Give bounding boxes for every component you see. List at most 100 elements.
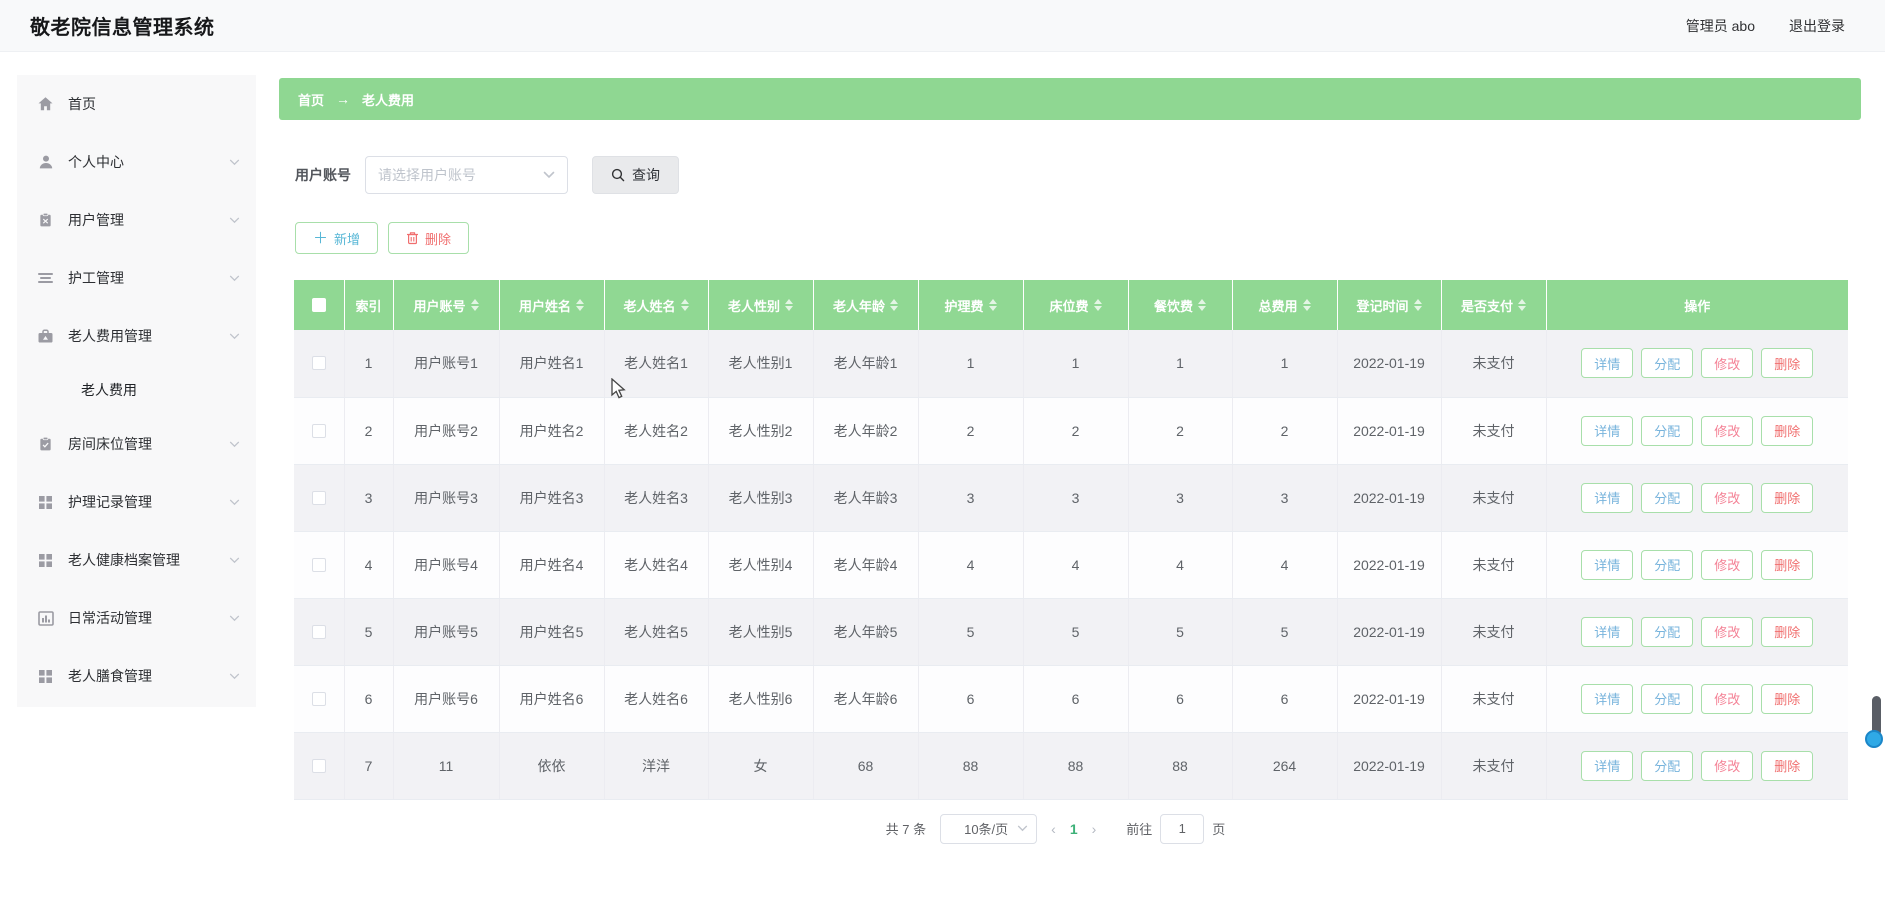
detail-button[interactable]: 详情 bbox=[1581, 415, 1634, 446]
select-placeholder: 请选择用户账号 bbox=[378, 167, 476, 183]
grid-icon bbox=[37, 552, 54, 569]
delete-row-button[interactable]: 删除 bbox=[1761, 549, 1814, 580]
assign-button[interactable]: 分配 bbox=[1641, 683, 1694, 714]
edit-button[interactable]: 修改 bbox=[1701, 549, 1754, 580]
sort-carets-icon[interactable] bbox=[890, 299, 898, 311]
sort-carets-icon[interactable] bbox=[1302, 299, 1311, 311]
column-header-label: 索引 bbox=[355, 298, 382, 314]
column-header-5[interactable]: 老人年龄 bbox=[813, 280, 919, 330]
detail-button[interactable]: 详情 bbox=[1581, 482, 1634, 513]
assign-button[interactable]: 分配 bbox=[1641, 415, 1694, 446]
table-cell: 用户账号4 bbox=[393, 531, 500, 599]
sort-carets-icon[interactable] bbox=[1198, 299, 1206, 311]
column-header-4[interactable]: 老人性别 bbox=[708, 280, 814, 330]
delete-row-button[interactable]: 删除 bbox=[1761, 750, 1814, 781]
sort-carets-icon[interactable] bbox=[988, 299, 997, 311]
assign-button[interactable]: 分配 bbox=[1641, 482, 1694, 513]
column-header-11[interactable]: 是否支付 bbox=[1441, 280, 1547, 330]
delete-row-button[interactable]: 删除 bbox=[1761, 348, 1814, 379]
delete-row-button[interactable]: 删除 bbox=[1761, 482, 1814, 513]
breadcrumb-home[interactable]: 首页 bbox=[298, 90, 324, 109]
sort-carets-icon[interactable] bbox=[1413, 299, 1422, 311]
sidebar-item-label: 首页 bbox=[68, 96, 96, 112]
edit-button[interactable]: 修改 bbox=[1701, 482, 1754, 513]
goto-page-input[interactable] bbox=[1160, 813, 1205, 844]
sidebar-item-label: 老人费用 bbox=[81, 382, 137, 398]
delete-row-button[interactable]: 删除 bbox=[1761, 616, 1814, 647]
edit-button[interactable]: 修改 bbox=[1701, 616, 1754, 647]
sidebar-item-6[interactable]: 房间床位管理 bbox=[17, 415, 256, 473]
sidebar-item-7[interactable]: 护理记录管理 bbox=[17, 473, 256, 531]
table-cell: 未支付 bbox=[1441, 732, 1547, 800]
assign-button[interactable]: 分配 bbox=[1641, 549, 1694, 580]
assign-button[interactable]: 分配 bbox=[1641, 750, 1694, 781]
sidebar-item-10[interactable]: 老人膳食管理 bbox=[17, 647, 256, 705]
current-page[interactable]: 1 bbox=[1070, 821, 1078, 837]
row-checkbox[interactable] bbox=[311, 356, 326, 371]
detail-button[interactable]: 详情 bbox=[1581, 549, 1634, 580]
edit-button[interactable]: 修改 bbox=[1701, 415, 1754, 446]
sort-carets-icon[interactable] bbox=[576, 299, 584, 311]
table-cell: 2 bbox=[1232, 397, 1338, 465]
table-cell: 264 bbox=[1232, 732, 1338, 800]
sidebar-item-4[interactable]: 老人费用管理 bbox=[17, 307, 256, 365]
sort-carets-icon[interactable] bbox=[680, 299, 689, 311]
edit-button[interactable]: 修改 bbox=[1701, 750, 1754, 781]
column-header-3[interactable]: 老人姓名 bbox=[604, 280, 709, 330]
delete-row-button[interactable]: 删除 bbox=[1761, 683, 1814, 714]
table-cell: 2022-01-19 bbox=[1337, 397, 1442, 465]
table-cell: 用户姓名2 bbox=[499, 397, 605, 465]
page-size-select[interactable]: 10条/页 bbox=[940, 813, 1038, 844]
table-cell: 4 bbox=[1128, 531, 1233, 599]
edit-button[interactable]: 修改 bbox=[1701, 348, 1754, 379]
column-header-2[interactable]: 用户姓名 bbox=[499, 280, 605, 330]
query-button[interactable]: 查询 bbox=[592, 156, 679, 194]
detail-button[interactable]: 详情 bbox=[1581, 348, 1634, 379]
user-account-select[interactable]: 请选择用户账号 bbox=[365, 156, 568, 194]
assign-button[interactable]: 分配 bbox=[1641, 616, 1694, 647]
table-row: 5 用户账号5 用户姓名5 老人姓名5 老人性别5 老人年龄5 5 5 5 5 2022-01-19… bbox=[294, 598, 1848, 666]
row-checkbox[interactable] bbox=[311, 423, 326, 438]
row-checkbox[interactable] bbox=[311, 490, 326, 505]
column-header-9[interactable]: 总费用 bbox=[1232, 280, 1338, 330]
detail-button[interactable]: 详情 bbox=[1581, 683, 1634, 714]
row-checkbox[interactable] bbox=[311, 691, 326, 706]
sort-carets-icon[interactable] bbox=[1518, 299, 1526, 311]
sidebar-item-0[interactable]: 首页 bbox=[17, 75, 256, 133]
detail-button[interactable]: 详情 bbox=[1581, 616, 1634, 647]
user-icon bbox=[37, 154, 54, 171]
chevron-down-icon bbox=[543, 171, 555, 179]
row-checkbox[interactable] bbox=[311, 557, 326, 572]
table-cell: 老人姓名4 bbox=[604, 531, 709, 599]
column-header-10[interactable]: 登记时间 bbox=[1337, 280, 1442, 330]
column-header-6[interactable]: 护理费 bbox=[918, 280, 1024, 330]
sidebar-menu: 首页个人中心 用户管理 护工管理 老人费用管理老人费用房间床位管理 护理记录管理 老人健康… bbox=[17, 75, 256, 705]
column-header-1[interactable]: 用户账号 bbox=[393, 280, 500, 330]
sidebar-item-3[interactable]: 护工管理 bbox=[17, 249, 256, 307]
column-header-label: 操作 bbox=[1684, 298, 1711, 314]
table-cell: 老人年龄5 bbox=[813, 598, 919, 666]
delete-button[interactable]: 删除 bbox=[388, 222, 470, 254]
edit-button[interactable]: 修改 bbox=[1701, 683, 1754, 714]
sidebar-item-1[interactable]: 个人中心 bbox=[17, 133, 256, 191]
row-checkbox[interactable] bbox=[311, 758, 326, 773]
sort-carets-icon[interactable] bbox=[785, 299, 793, 311]
sidebar-item-8[interactable]: 老人健康档案管理 bbox=[17, 531, 256, 589]
sidebar-item-2[interactable]: 用户管理 bbox=[17, 191, 256, 249]
sort-carets-icon[interactable] bbox=[470, 299, 479, 311]
select-all-checkbox[interactable] bbox=[311, 298, 326, 312]
logout-link[interactable]: 退出登录 bbox=[1789, 16, 1845, 36]
column-header-7[interactable]: 床位费 bbox=[1023, 280, 1129, 330]
row-checkbox[interactable] bbox=[311, 624, 326, 639]
next-page-button[interactable]: › bbox=[1092, 821, 1097, 837]
sidebar-item-9[interactable]: 日常活动管理 bbox=[17, 589, 256, 647]
delete-row-button[interactable]: 删除 bbox=[1761, 415, 1814, 446]
table-cell: 3 bbox=[918, 464, 1024, 532]
sidebar-item-5[interactable]: 老人费用 bbox=[17, 365, 256, 415]
assign-button[interactable]: 分配 bbox=[1641, 348, 1694, 379]
add-button[interactable]: ＋ 新增 bbox=[295, 222, 379, 254]
prev-page-button[interactable]: ‹ bbox=[1051, 821, 1056, 837]
sort-carets-icon[interactable] bbox=[1093, 299, 1102, 311]
column-header-8[interactable]: 餐饮费 bbox=[1128, 280, 1233, 330]
detail-button[interactable]: 详情 bbox=[1581, 750, 1634, 781]
